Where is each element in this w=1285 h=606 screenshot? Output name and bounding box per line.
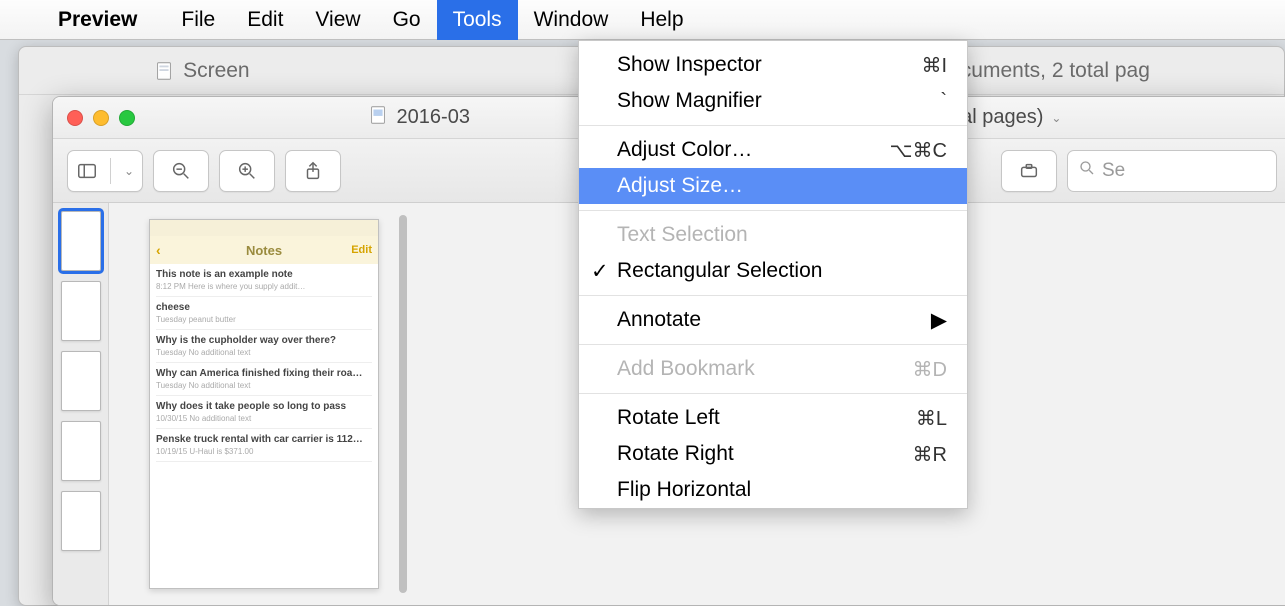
phone-title: Notes bbox=[246, 243, 282, 258]
sidebar-view-button[interactable]: ⌄ bbox=[67, 150, 143, 192]
window-title-left: 2016-03 bbox=[397, 106, 470, 129]
phone-notes-list: This note is an example note8:12 PM Here… bbox=[150, 264, 378, 462]
search-placeholder: Se bbox=[1102, 160, 1125, 182]
scrollbar[interactable] bbox=[399, 215, 407, 593]
menu-adjust-color[interactable]: Adjust Color… ⌥⌘C bbox=[579, 132, 967, 168]
menu-separator bbox=[579, 125, 967, 126]
document-icon bbox=[367, 104, 389, 132]
menu-annotate[interactable]: Annotate ▶ bbox=[579, 302, 967, 338]
checkmark-icon: ✓ bbox=[591, 259, 609, 284]
menubar: Preview File Edit View Go Tools Window H… bbox=[0, 0, 1285, 40]
menu-text-selection: Text Selection bbox=[579, 217, 967, 253]
zoom-button[interactable] bbox=[119, 110, 135, 126]
search-icon bbox=[1078, 159, 1096, 183]
share-button[interactable] bbox=[285, 150, 341, 192]
document-icon bbox=[153, 60, 175, 82]
menu-separator bbox=[579, 210, 967, 211]
page-thumbnail[interactable] bbox=[61, 491, 101, 551]
minimize-button[interactable] bbox=[93, 110, 109, 126]
background-title-left: Screen bbox=[183, 59, 250, 83]
app-name[interactable]: Preview bbox=[58, 8, 137, 32]
menu-tools[interactable]: Tools bbox=[437, 0, 518, 40]
menu-show-magnifier[interactable]: Show Magnifier ` bbox=[579, 83, 967, 119]
menu-rotate-right[interactable]: Rotate Right ⌘R bbox=[579, 436, 967, 472]
tools-menu: Show Inspector ⌘I Show Magnifier ` Adjus… bbox=[578, 40, 968, 509]
menu-file[interactable]: File bbox=[165, 0, 231, 40]
menu-separator bbox=[579, 344, 967, 345]
menu-rectangular-selection[interactable]: ✓ Rectangular Selection bbox=[579, 253, 967, 289]
menu-separator bbox=[579, 295, 967, 296]
chevron-down-icon[interactable]: ⌄ bbox=[1051, 111, 1061, 125]
page-thumbnail[interactable] bbox=[61, 421, 101, 481]
phone-screenshot: ‹ Notes Edit This note is an example not… bbox=[149, 219, 379, 589]
menu-show-inspector[interactable]: Show Inspector ⌘I bbox=[579, 47, 967, 83]
chevron-down-icon: ⌄ bbox=[124, 164, 134, 178]
menu-help[interactable]: Help bbox=[624, 0, 699, 40]
menu-flip-horizontal[interactable]: Flip Horizontal bbox=[579, 472, 967, 508]
search-input[interactable]: Se bbox=[1067, 150, 1277, 192]
page-thumbnail[interactable] bbox=[61, 211, 101, 271]
zoom-in-button[interactable] bbox=[219, 150, 275, 192]
menu-adjust-size[interactable]: Adjust Size… bbox=[579, 168, 967, 204]
menu-edit[interactable]: Edit bbox=[231, 0, 299, 40]
menu-view[interactable]: View bbox=[299, 0, 376, 40]
menu-rotate-left[interactable]: Rotate Left ⌘L bbox=[579, 400, 967, 436]
window-controls bbox=[67, 110, 135, 126]
menu-window[interactable]: Window bbox=[518, 0, 625, 40]
phone-edit: Edit bbox=[351, 244, 372, 256]
back-icon: ‹ bbox=[156, 242, 161, 258]
submenu-arrow-icon: ▶ bbox=[931, 308, 947, 333]
page-thumbnail[interactable] bbox=[61, 351, 101, 411]
zoom-out-button[interactable] bbox=[153, 150, 209, 192]
menu-separator bbox=[579, 393, 967, 394]
thumbnail-sidebar[interactable] bbox=[53, 203, 109, 605]
page-thumbnail[interactable] bbox=[61, 281, 101, 341]
menu-add-bookmark: Add Bookmark ⌘D bbox=[579, 351, 967, 387]
menu-go[interactable]: Go bbox=[377, 0, 437, 40]
markup-toolbar-button[interactable] bbox=[1001, 150, 1057, 192]
close-button[interactable] bbox=[67, 110, 83, 126]
